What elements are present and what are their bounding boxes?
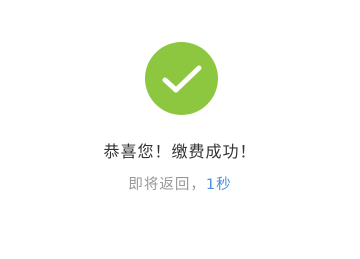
success-checkmark-icon (145, 42, 218, 115)
payment-success-page: 恭喜您！缴费成功！ 即将返回，1秒 (0, 0, 360, 259)
redirect-notice: 即将返回，1秒 (0, 175, 360, 195)
countdown-timer: 1秒 (205, 177, 232, 193)
checkmark-icon (162, 65, 201, 92)
redirect-prefix: 即将返回， (128, 177, 206, 193)
success-message: 恭喜您！缴费成功！ (103, 142, 257, 161)
